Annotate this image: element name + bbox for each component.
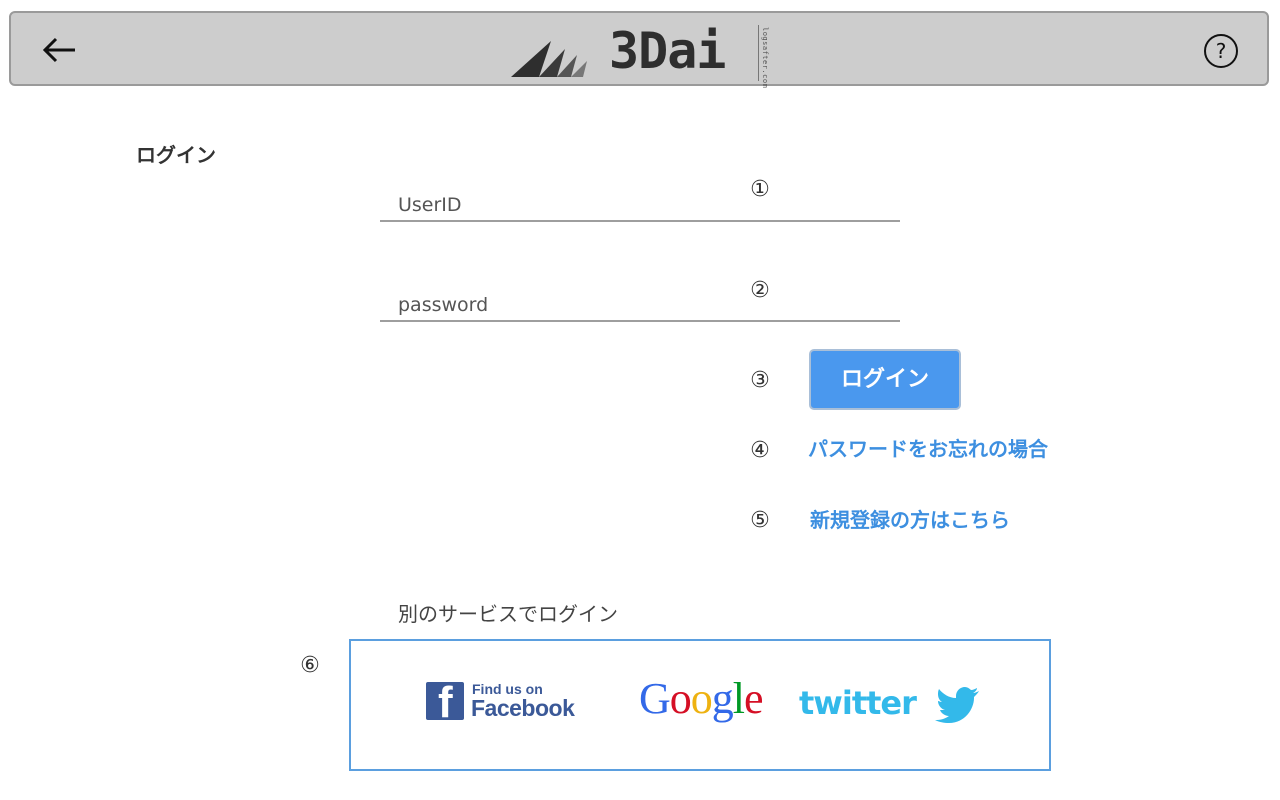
marker-6: ⑥ (300, 653, 320, 678)
question-circle-icon: ? (1204, 34, 1238, 68)
userid-input[interactable] (398, 194, 878, 216)
page-title: ログイン (136, 143, 216, 167)
password-input[interactable] (398, 294, 878, 316)
help-button[interactable]: ? (1203, 33, 1239, 69)
google-letter: o (690, 674, 713, 723)
google-letter: G (639, 674, 671, 723)
twitter-wordmark: twitter (799, 684, 917, 722)
logo-text: 3Dai (609, 22, 726, 80)
facebook-letter: f (438, 682, 453, 720)
userid-field (380, 170, 900, 222)
twitter-login-button[interactable]: twitter (799, 681, 989, 725)
logo-subtext: logsafter.com (761, 27, 769, 89)
login-button[interactable]: ログイン (809, 349, 961, 410)
google-letter: l (732, 674, 745, 723)
social-login-box: f Find us on Facebook Google twitter (349, 639, 1051, 771)
facebook-login-button[interactable]: f Find us on Facebook (426, 681, 586, 723)
alt-login-label: 別のサービスでログイン (398, 602, 618, 626)
facebook-icon: f (426, 682, 464, 720)
logo-streak-icon (511, 41, 587, 77)
svg-text:?: ? (1216, 39, 1227, 63)
header-bar: 3Dai logsafter.com ? (9, 11, 1269, 88)
google-login-button[interactable]: Google (639, 673, 764, 724)
marker-3: ③ (750, 368, 770, 393)
google-letter: g (711, 674, 734, 723)
marker-2: ② (750, 278, 770, 303)
arrow-left-icon (42, 37, 75, 63)
marker-4: ④ (750, 438, 770, 463)
facebook-name: Facebook (471, 695, 575, 721)
marker-1: ① (750, 177, 770, 202)
twitter-bird-icon (935, 687, 979, 723)
logo-divider (758, 25, 759, 81)
app-logo: 3Dai logsafter.com (509, 19, 779, 88)
marker-5: ⑤ (750, 508, 770, 533)
google-letter: o (669, 674, 692, 723)
google-letter: e (744, 674, 764, 723)
forgot-password-link[interactable]: パスワードをお忘れの場合 (808, 433, 1048, 462)
password-field (380, 270, 900, 322)
register-link[interactable]: 新規登録の方はこちら (810, 504, 1010, 533)
back-button[interactable] (41, 35, 81, 65)
